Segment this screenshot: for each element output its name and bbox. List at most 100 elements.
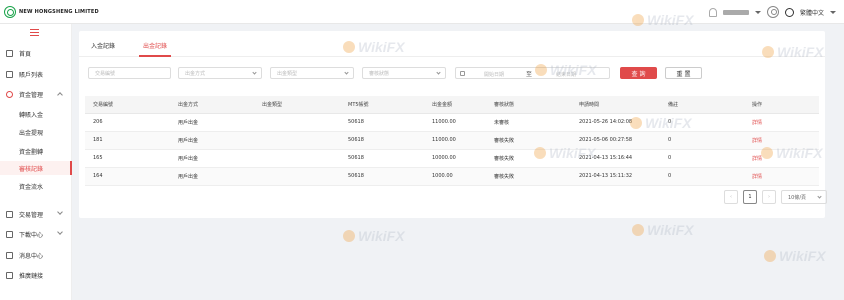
watermark-text: WikiFX: [647, 222, 694, 238]
watermark: WikiFX: [343, 228, 405, 244]
chevron-down-icon[interactable]: [754, 10, 761, 14]
sidebar-item-label: 資金流水: [19, 183, 44, 191]
cell-status: 審核失敗: [494, 156, 515, 162]
date-separator: 至: [526, 71, 533, 78]
wikifx-logo-icon: [343, 230, 355, 242]
col-header: 備註: [668, 102, 679, 108]
sidebar-item-accounts[interactable]: 賬戶列表: [0, 67, 72, 81]
cell-status: 未審核: [494, 120, 510, 126]
sidebar-item-trading[interactable]: 交易管理: [0, 207, 72, 221]
chevron-down-icon: [817, 194, 822, 199]
language-selector[interactable]: 繁體中文: [800, 8, 824, 17]
cell-apply-time: 2021-05-06 00:27:58: [579, 137, 633, 143]
sidebar: 首頁 賬戶列表 資金管理 轉賬入金 出金提現 資金劃轉 審核記錄 資金流水 交易…: [0, 24, 72, 300]
col-header: 申請時間: [579, 102, 600, 108]
wallet-icon: [6, 90, 13, 98]
globe-icon[interactable]: [784, 7, 794, 17]
cell-trade-no: 206: [93, 119, 103, 125]
chevron-down-icon[interactable]: [830, 10, 836, 14]
sidebar-item-label: 資金管理: [19, 91, 44, 99]
active-tab-indicator: [139, 55, 171, 57]
watermark-text: WikiFX: [779, 248, 826, 264]
menu-toggle-icon[interactable]: [30, 29, 39, 36]
start-date-placeholder: 開始日期: [484, 72, 505, 78]
link-icon: [6, 271, 13, 279]
sidebar-item-funds[interactable]: 資金管理: [0, 87, 72, 101]
details-link[interactable]: 詳情: [752, 119, 762, 126]
cell-method: 用戶出金: [178, 156, 199, 162]
type-placeholder: 出金類型: [277, 70, 298, 77]
cell-remark: 0: [668, 173, 672, 179]
status-select[interactable]: 審核狀態: [362, 67, 446, 79]
list-icon: [6, 70, 13, 78]
sidebar-item-deposit[interactable]: 轉賬入金: [0, 107, 72, 121]
watermark: WikiFX: [632, 222, 694, 238]
reset-button[interactable]: 重 置: [665, 67, 702, 79]
download-icon: [6, 230, 13, 238]
sidebar-item-promo-link[interactable]: 推廣鏈接: [0, 268, 72, 282]
sidebar-item-label: 交易管理: [19, 211, 44, 219]
prev-page-button[interactable]: ‹: [724, 190, 738, 204]
cell-amount: 11000.00: [432, 137, 456, 143]
col-header: 出金類型: [262, 102, 283, 108]
cell-trade-no: 181: [93, 137, 103, 143]
col-header: 審核狀態: [494, 102, 515, 108]
tab-withdraw-records[interactable]: 出金記錄: [143, 41, 167, 50]
trade-no-input[interactable]: 交易編號: [88, 67, 171, 79]
avatar-icon[interactable]: [766, 6, 779, 18]
table-row: 164 用戶出金 50618 1000.00 審核失敗 2021-04-13 1…: [85, 168, 819, 186]
user-name-redacted[interactable]: [722, 9, 749, 15]
top-right-tools: 繁體中文: [708, 5, 836, 19]
cell-apply-time: 2021-05-26 14:02:08: [579, 119, 633, 125]
sidebar-item-transfer[interactable]: 資金劃轉: [0, 144, 72, 158]
sidebar-item-messages[interactable]: 消息中心: [0, 248, 72, 262]
type-select[interactable]: 出金類型: [270, 67, 354, 79]
next-page-button[interactable]: ›: [762, 190, 776, 204]
sidebar-item-label: 轉賬入金: [19, 111, 44, 119]
sidebar-item-withdraw[interactable]: 出金提現: [0, 125, 72, 139]
cell-remark: 0: [668, 137, 672, 143]
page-size-select[interactable]: 10條/頁: [781, 190, 827, 204]
tab-deposit-records[interactable]: 入金記錄: [91, 41, 115, 50]
calendar-icon: [460, 71, 465, 76]
method-select[interactable]: 出金方式: [178, 67, 262, 79]
sidebar-item-home[interactable]: 首頁: [0, 46, 72, 60]
sidebar-item-downloads[interactable]: 下載中心: [0, 227, 72, 241]
cell-apply-time: 2021-04-13 15:16:44: [579, 155, 633, 161]
method-placeholder: 出金方式: [185, 70, 206, 77]
details-link[interactable]: 詳情: [752, 173, 762, 180]
col-header: 出金方式: [178, 102, 199, 108]
cell-remark: 0: [668, 155, 672, 161]
sidebar-item-label: 首頁: [19, 50, 32, 58]
sidebar-item-review-records[interactable]: 審核記錄: [0, 161, 72, 175]
cell-method: 用戶出金: [178, 138, 199, 144]
table-header-row: 交易編號 出金方式 出金類型 MT5帳號 出金金額 審核狀態 申請時間 備註 操…: [85, 96, 819, 114]
details-link[interactable]: 詳情: [752, 137, 762, 144]
table-row: 165 用戶出金 50618 10000.00 審核失敗 2021-04-13 …: [85, 150, 819, 168]
query-button[interactable]: 查 詢: [620, 67, 657, 79]
date-range-picker[interactable]: 開始日期 至 結束日期: [455, 67, 610, 79]
col-header: MT5帳號: [348, 102, 369, 108]
cell-status: 審核失敗: [494, 138, 515, 144]
bell-icon[interactable]: [708, 7, 717, 17]
cell-mt5-account: 50618: [348, 119, 364, 125]
cell-status: 審核失敗: [494, 174, 515, 180]
chevron-down-icon: [57, 229, 63, 235]
details-link[interactable]: 詳情: [752, 155, 762, 162]
page-size-value: 10條/頁: [788, 194, 807, 201]
sidebar-item-label: 審核記錄: [19, 165, 44, 173]
home-icon: [6, 49, 13, 57]
cell-mt5-account: 50618: [348, 173, 364, 179]
message-icon: [6, 251, 13, 259]
sidebar-item-fund-flow[interactable]: 資金流水: [0, 179, 72, 193]
chevron-down-icon: [57, 209, 63, 215]
wikifx-logo-icon: [764, 250, 776, 262]
chevron-down-icon: [436, 70, 441, 75]
sidebar-item-label: 資金劃轉: [19, 148, 44, 156]
cell-method: 用戶出金: [178, 120, 199, 126]
top-bar: NEW HONGSHENG LIMITED 繁體中文: [0, 0, 844, 24]
cell-trade-no: 164: [93, 173, 103, 179]
page-number-button[interactable]: 1: [743, 190, 757, 204]
cell-amount: 1000.00: [432, 173, 453, 179]
end-date-placeholder: 結束日期: [556, 72, 577, 78]
